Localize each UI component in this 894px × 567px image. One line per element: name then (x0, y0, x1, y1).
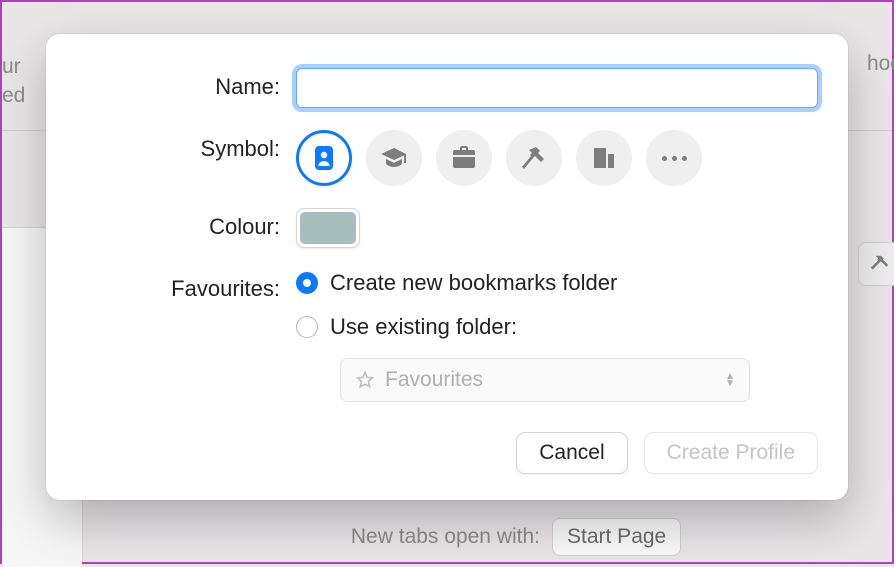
chevron-up-down-icon: ▲▼ (725, 373, 735, 387)
symbol-hammer-button[interactable] (506, 130, 562, 186)
symbol-building-button[interactable] (576, 130, 632, 186)
cancel-button[interactable]: Cancel (516, 432, 627, 474)
favourites-radio-create-new[interactable]: Create new bookmarks folder (296, 270, 818, 296)
name-row: Name: (76, 68, 818, 108)
symbol-label: Symbol: (76, 130, 296, 162)
create-profile-dialog: Name: Symbol: (46, 34, 848, 500)
favourites-label: Favourites: (76, 270, 296, 302)
building-icon (591, 145, 617, 171)
dialog-footer: Cancel Create Profile (76, 432, 818, 474)
symbol-graduation-button[interactable] (366, 130, 422, 186)
colour-swatch (300, 212, 356, 244)
hammer-icon (521, 145, 547, 171)
background-text-right: hoo (867, 52, 894, 76)
background-bottom-row: New tabs open with: Start Page (82, 518, 892, 556)
background-text-left: ur ed (2, 52, 25, 111)
favourites-folder-placeholder: Favourites (385, 368, 483, 392)
radio-label: Create new bookmarks folder (330, 270, 617, 296)
symbol-more-button[interactable] (646, 130, 702, 186)
symbol-badge-button[interactable] (296, 130, 352, 186)
colour-row: Colour: (76, 208, 818, 248)
radio-label: Use existing folder: (330, 314, 517, 340)
badge-icon (312, 144, 336, 172)
favourites-folder-select: Favourites ▲▼ (340, 358, 750, 402)
background-bottom-label: New tabs open with: (82, 525, 552, 549)
symbol-briefcase-button[interactable] (436, 130, 492, 186)
symbol-row: Symbol: (76, 130, 818, 186)
background-bottom-select: Start Page (552, 518, 681, 556)
favourites-row: Favourites: Create new bookmarks folder … (76, 270, 818, 402)
name-input[interactable] (296, 68, 818, 108)
star-icon (355, 370, 375, 390)
favourites-radio-use-existing[interactable]: Use existing folder: (296, 314, 818, 340)
background-hammer-button (858, 242, 894, 286)
briefcase-icon (451, 146, 477, 170)
ellipsis-icon (662, 156, 687, 161)
colour-label: Colour: (76, 208, 296, 240)
graduation-cap-icon (379, 146, 409, 170)
radio-icon (296, 316, 318, 338)
name-label: Name: (76, 68, 296, 100)
create-profile-button[interactable]: Create Profile (644, 432, 818, 474)
radio-icon (296, 272, 318, 294)
colour-well[interactable] (296, 208, 360, 248)
